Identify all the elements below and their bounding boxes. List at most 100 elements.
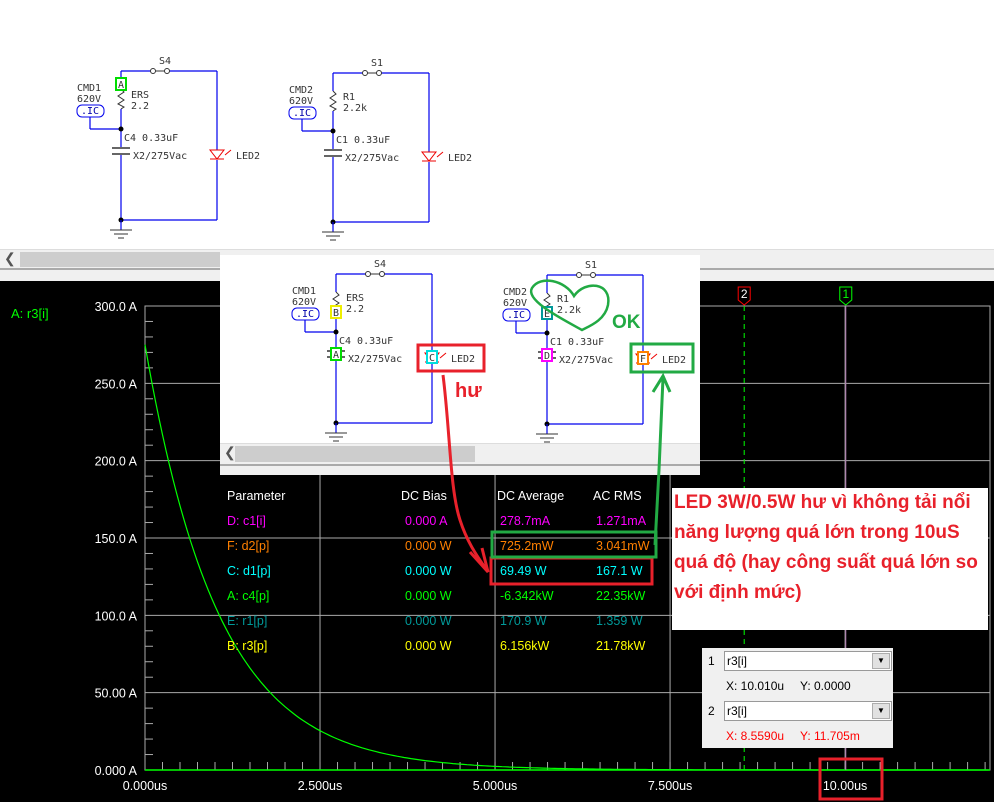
scroll-left-icon[interactable]: ❮ (224, 444, 236, 461)
resistor-value: 2.2 (131, 101, 149, 112)
capacitor-label: C4 0.33uF (124, 133, 178, 144)
cursor-marker-2[interactable]: 2 (737, 286, 751, 306)
cursor-1-signal-select[interactable]: r3[i] ▼ (724, 651, 892, 671)
led-arrow-icon (436, 151, 444, 158)
y-tick-label: 200.0 A (95, 455, 138, 469)
top-schematic: S4ERS2.2CMD1620V.ICC4 0.33uFX2/275Vac LED… (76, 56, 472, 241)
cell-param: E: r1[p] (227, 614, 268, 628)
circuit: S1 R12.2k CMD2620V.IC C1 0.33uF X2/275Vac LED… (288, 58, 472, 241)
cell-rms: 1.359 W (596, 614, 643, 628)
node-dot (544, 330, 550, 336)
led-label: LED2 (662, 355, 686, 366)
y-tick-label: 100.0 A (95, 609, 138, 623)
switch-label: S1 (585, 260, 597, 271)
cell-avg: 69.49 W (500, 564, 547, 578)
switch-label: S1 (371, 58, 383, 69)
led-label: LED2 (451, 354, 475, 365)
cell-avg: 170.9 W (500, 614, 547, 628)
led-icon (208, 149, 226, 160)
scroll-thumb[interactable] (20, 252, 220, 267)
scroll-thumb[interactable] (235, 446, 475, 462)
capacitor-type: X2/275Vac (559, 355, 613, 366)
source-name: CMD2 (289, 85, 313, 96)
source-value: 620V (77, 94, 101, 105)
led-label: LED2 (236, 151, 260, 162)
source-name: CMD1 (292, 286, 316, 297)
switch-contact (590, 272, 596, 278)
table-header: DC Bias (401, 489, 447, 503)
resistor-value: 2.2k (557, 305, 581, 316)
inset-schematic: S4 ERS 2.2 CMD1 620V .IC C4 0.33uF X2/275Vac LED… (220, 255, 700, 465)
probe-label: D (544, 351, 550, 362)
switch-contact (164, 68, 170, 74)
inset-scrollbar[interactable]: ❮ (220, 443, 700, 464)
cursor-number: 2 (741, 287, 748, 301)
switch-contact (150, 68, 156, 74)
circuit: S4 ERS2.2 CMD1620V.IC C4 0.33uF X2/275Vac LED… (291, 259, 475, 442)
cell-rms: 3.041mW (596, 539, 650, 553)
cell-bias: 0.000 W (405, 614, 452, 628)
switch-label: S4 (374, 259, 386, 270)
capacitor-type: X2/275Vac (133, 151, 187, 162)
probe-label: B (333, 308, 339, 319)
cell-param: A: c4[p] (227, 589, 270, 603)
ic-label: .IC (81, 106, 99, 117)
cell-rms: 22.35kW (596, 589, 646, 603)
cell-bias: 0.000 A (405, 514, 448, 528)
circuit: S1 R12.2k CMD2620V.IC C1 0.33uF X2/275Vac LED… (502, 260, 686, 443)
circuit: S4 ERS2.2 CMD1620V.IC C4 0.33uF X2/275Vac LED… (76, 56, 260, 239)
measurement-table: Parameter DC Bias DC Average AC RMS D: c1[i]… (220, 480, 670, 660)
led-label: LED2 (448, 153, 472, 164)
inset-bottom-strip (220, 464, 700, 475)
cursor-index: 1 (708, 654, 715, 668)
x-tick-label: 7.500us (648, 779, 692, 793)
annotation-bad: hư (455, 380, 482, 402)
led-arrow-icon (439, 352, 447, 359)
capacitor-type: X2/275Vac (345, 153, 399, 164)
resistor-name: R1 (343, 92, 355, 103)
cell-param: B: r3[p] (227, 639, 268, 653)
resistor-name: ERS (131, 90, 149, 101)
cell-bias: 0.000 W (405, 589, 452, 603)
cell-avg: 6.156kW (500, 639, 550, 653)
cell-rms: 1.271mA (596, 514, 647, 528)
resistor-icon (329, 90, 337, 112)
chevron-down-icon[interactable]: ▼ (872, 653, 890, 669)
cell-bias: 0.000 W (405, 539, 452, 553)
x-tick-label: 10.00us (823, 779, 867, 793)
led-icon (420, 151, 438, 162)
cursor-panel: 1 r3[i] ▼ X: 10.010u Y: 0.0000 2 r3[i] ▼ X… (702, 648, 893, 748)
x-tick-label: 5.000us (473, 779, 517, 793)
cursor-2-signal-select[interactable]: r3[i] ▼ (724, 701, 892, 721)
cell-param: D: c1[i] (227, 514, 266, 528)
switch-label: S4 (159, 56, 171, 67)
source-value: 620V (503, 298, 527, 309)
chevron-down-icon[interactable]: ▼ (872, 703, 890, 719)
y-tick-label: 0.000 A (95, 764, 138, 778)
cursor-marker-1[interactable]: 1 (839, 286, 853, 306)
ic-label: .IC (507, 310, 525, 321)
resistor-name: ERS (346, 293, 364, 304)
cell-rms: 167.1 W (596, 564, 643, 578)
cell-avg: -6.342kW (500, 589, 554, 603)
y-tick-label: 50.00 A (95, 687, 138, 701)
resistor-value: 2.2 (346, 304, 364, 315)
probe-label: F (640, 354, 646, 365)
capacitor-label: C4 0.33uF (339, 336, 393, 347)
scroll-left-icon[interactable]: ❮ (4, 250, 16, 267)
switch-contact (379, 271, 385, 277)
node-dot (330, 128, 336, 134)
x-tick-label: 0.000us (123, 779, 167, 793)
resistor-icon (117, 88, 125, 110)
probe-label: E (544, 309, 550, 320)
trace-label: A: r3[i] (11, 306, 49, 321)
probe-label: C (429, 353, 435, 364)
cell-bias: 0.000 W (405, 639, 452, 653)
ic-label: .IC (293, 108, 311, 119)
explanation-note: LED 3W/0.5W hư vì không tải nổi năng lượ… (672, 488, 988, 630)
capacitor-type: X2/275Vac (348, 354, 402, 365)
probe-label: A (333, 350, 339, 361)
ic-label: .IC (296, 309, 314, 320)
resistor-value: 2.2k (343, 103, 367, 114)
y-tick-label: 250.0 A (95, 377, 138, 391)
